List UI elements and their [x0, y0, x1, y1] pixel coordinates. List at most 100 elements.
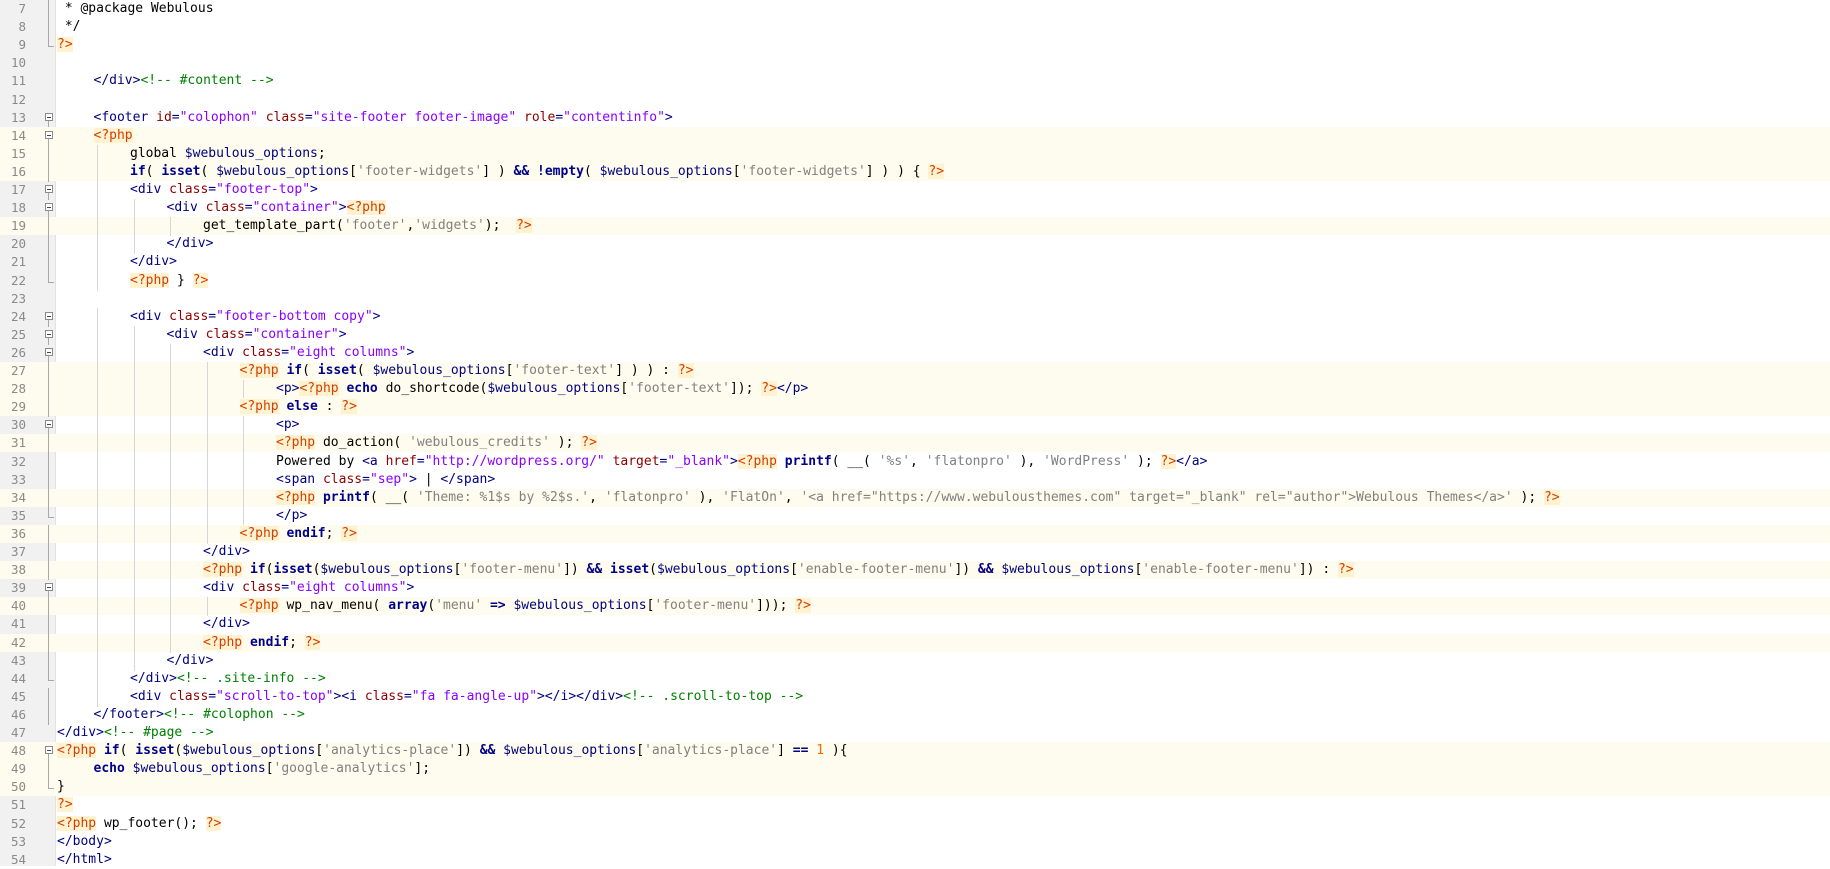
- code-text[interactable]: <?php do_action( 'webulous_credits' ); ?…: [276, 434, 597, 452]
- code-line[interactable]: 25 <div class="container">: [0, 325, 1830, 345]
- code-line[interactable]: 9 ?>: [0, 36, 1830, 54]
- code-text[interactable]: </body>: [57, 833, 112, 851]
- code-line[interactable]: 22 <?php } ?>: [0, 271, 1830, 291]
- code-line[interactable]: 32 Powered by <a href="http://wordpress.o…: [0, 452, 1830, 472]
- code-text[interactable]: <?php } ?>: [130, 272, 209, 290]
- code-line[interactable]: 47 </div><!-- #page -->: [0, 724, 1830, 742]
- fold-toggle-icon[interactable]: [45, 185, 53, 193]
- fold-toggle-icon[interactable]: [45, 420, 53, 429]
- code-text[interactable]: </div>: [130, 253, 177, 271]
- code-text[interactable]: if( isset( $webulous_options['footer-wid…: [130, 163, 945, 181]
- code-text[interactable]: </div>: [167, 235, 214, 253]
- code-text[interactable]: </div>: [167, 652, 214, 670]
- code-line[interactable]: 39 <div class="eight columns">: [0, 579, 1830, 599]
- code-text[interactable]: */: [57, 18, 81, 36]
- code-text[interactable]: echo $webulous_options['google-analytics…: [94, 760, 431, 778]
- code-line[interactable]: 33 <span class="sep"> | </span>: [0, 470, 1830, 490]
- code-line[interactable]: 24 <div class="footer-bottom copy">: [0, 307, 1830, 327]
- code-line[interactable]: 28 <p><?php echo do_shortcode($webulous_o…: [0, 380, 1830, 400]
- code-text[interactable]: <?php wp_nav_menu( array('menu' => $webu…: [239, 597, 811, 615]
- code-line[interactable]: 15 global $webulous_options;: [0, 144, 1830, 164]
- code-text[interactable]: </div>: [203, 543, 250, 561]
- code-line[interactable]: 51 ?>: [0, 796, 1830, 814]
- code-line[interactable]: 27 <?php if( isset( $webulous_options['fo…: [0, 362, 1830, 381]
- code-line[interactable]: 53 </body>: [0, 833, 1830, 851]
- code-text[interactable]: </div><!-- .site-info -->: [130, 670, 326, 688]
- code-text[interactable]: <?php if( isset($webulous_options['analy…: [57, 742, 848, 760]
- code-text[interactable]: * @package Webulous: [57, 0, 214, 18]
- code-text[interactable]: <?php else : ?>: [239, 398, 357, 416]
- code-line[interactable]: 35 </p>: [0, 506, 1830, 526]
- code-text[interactable]: get_template_part('footer','widgets'); ?…: [203, 217, 532, 235]
- code-line[interactable]: 48 <?php if( isset($webulous_options['ana…: [0, 742, 1830, 762]
- code-text[interactable]: <?php: [93, 127, 133, 145]
- code-line[interactable]: 20 </div>: [0, 235, 1830, 255]
- fold-toggle-icon[interactable]: [45, 347, 53, 356]
- code-line[interactable]: 52 <?php wp_footer(); ?>: [0, 815, 1830, 833]
- code-text[interactable]: <?php wp_footer(); ?>: [57, 815, 222, 833]
- code-line[interactable]: 31 <?php do_action( 'webulous_credits' );…: [0, 434, 1830, 454]
- code-text[interactable]: </div>: [203, 615, 250, 633]
- code-text[interactable]: }: [57, 778, 65, 796]
- code-line[interactable]: 29 <?php else : ?>: [0, 398, 1830, 418]
- code-text[interactable]: <?php endif; ?>: [203, 634, 321, 652]
- code-text[interactable]: <p>: [276, 416, 299, 434]
- code-text[interactable]: <span class="sep"> | </span>: [276, 471, 495, 489]
- code-text[interactable]: ?>: [57, 36, 73, 54]
- code-text[interactable]: global $webulous_options;: [130, 145, 326, 163]
- code-line[interactable]: 40 <?php wp_nav_menu( array('menu' => $we…: [0, 597, 1830, 617]
- code-text[interactable]: <div class="eight columns">: [203, 579, 414, 597]
- code-text[interactable]: <?php if(isset($webulous_options['footer…: [203, 561, 1354, 579]
- code-text[interactable]: <?php if( isset( $webulous_options['foot…: [239, 362, 694, 380]
- code-line[interactable]: 8 */: [0, 18, 1830, 38]
- code-line[interactable]: 30 <p>: [0, 416, 1830, 436]
- fold-toggle-icon[interactable]: [45, 203, 53, 212]
- code-text[interactable]: <div class="scroll-to-top"><i class="fa …: [130, 688, 803, 706]
- code-text[interactable]: <p><?php echo do_shortcode($webulous_opt…: [276, 380, 808, 398]
- fold-toggle-icon[interactable]: [45, 583, 53, 592]
- fold-toggle-icon[interactable]: [45, 311, 53, 320]
- code-text[interactable]: ?>: [57, 796, 73, 814]
- code-line[interactable]: 7 * @package Webulous: [0, 0, 1830, 19]
- fold-toggle-icon[interactable]: [45, 746, 53, 755]
- code-line[interactable]: 42 <?php endif; ?>: [0, 633, 1830, 653]
- code-text[interactable]: </div><!-- #content -->: [94, 72, 274, 90]
- code-line[interactable]: 49 echo $webulous_options['google-analyti…: [0, 760, 1830, 780]
- code-line[interactable]: 16 if( isset( $webulous_options['footer-w…: [0, 162, 1830, 182]
- code-line[interactable]: 37 </div>: [0, 543, 1830, 562]
- code-text[interactable]: <?php printf( __( 'Theme: %1$s by %2$s.'…: [276, 489, 1560, 507]
- code-line[interactable]: 23: [0, 290, 1830, 308]
- code-text[interactable]: </footer><!-- #colophon -->: [94, 706, 305, 724]
- code-line[interactable]: 34 <?php printf( __( 'Theme: %1$s by %2$s…: [0, 488, 1830, 508]
- code-line[interactable]: 18 <div class="container"><?php: [0, 199, 1830, 219]
- code-text[interactable]: <div class="footer-top">: [130, 181, 318, 199]
- code-line[interactable]: 17 <div class="footer-top">: [0, 181, 1830, 200]
- code-text[interactable]: Powered by <a href="http://wordpress.org…: [276, 453, 1207, 471]
- code-text[interactable]: </div><!-- #page -->: [57, 724, 214, 742]
- code-text[interactable]: </p>: [276, 507, 307, 525]
- code-line[interactable]: 45 <div class="scroll-to-top"><i class="f…: [0, 687, 1830, 707]
- code-line[interactable]: 43 </div>: [0, 651, 1830, 671]
- code-line[interactable]: 36 <?php endif; ?>: [0, 524, 1830, 544]
- code-text[interactable]: <footer id="colophon" class="site-footer…: [94, 109, 673, 127]
- code-line[interactable]: 13 <footer id="colophon" class="site-foot…: [0, 109, 1830, 128]
- fold-toggle-icon[interactable]: [45, 329, 53, 338]
- code-line[interactable]: 10: [0, 54, 1830, 72]
- fold-toggle-icon[interactable]: [45, 112, 53, 121]
- code-text[interactable]: <div class="container">: [167, 326, 347, 344]
- code-line[interactable]: 12: [0, 91, 1830, 109]
- code-text[interactable]: <div class="footer-bottom copy">: [130, 308, 380, 326]
- fold-toggle-icon[interactable]: [45, 130, 53, 139]
- code-line[interactable]: 26 <div class="eight columns">: [0, 343, 1830, 363]
- code-line[interactable]: 38 <?php if(isset($webulous_options['foot…: [0, 561, 1830, 581]
- code-line[interactable]: 11 </div><!-- #content -->: [0, 72, 1830, 90]
- code-line[interactable]: 44 </div><!-- .site-info -->: [0, 669, 1830, 689]
- code-text[interactable]: <div class="container"><?php: [167, 199, 386, 217]
- code-line[interactable]: 41 </div>: [0, 615, 1830, 635]
- code-text[interactable]: <?php endif; ?>: [239, 525, 357, 543]
- code-editor[interactable]: 7 * @package Webulous 8 */9 ?> 10 11 </div><!…: [0, 0, 1830, 867]
- code-line[interactable]: 19 get_template_part('footer','widgets');…: [0, 217, 1830, 237]
- code-line[interactable]: 14 <?php: [0, 126, 1830, 146]
- code-line[interactable]: 50}: [0, 778, 1830, 797]
- code-text[interactable]: <div class="eight columns">: [203, 344, 414, 362]
